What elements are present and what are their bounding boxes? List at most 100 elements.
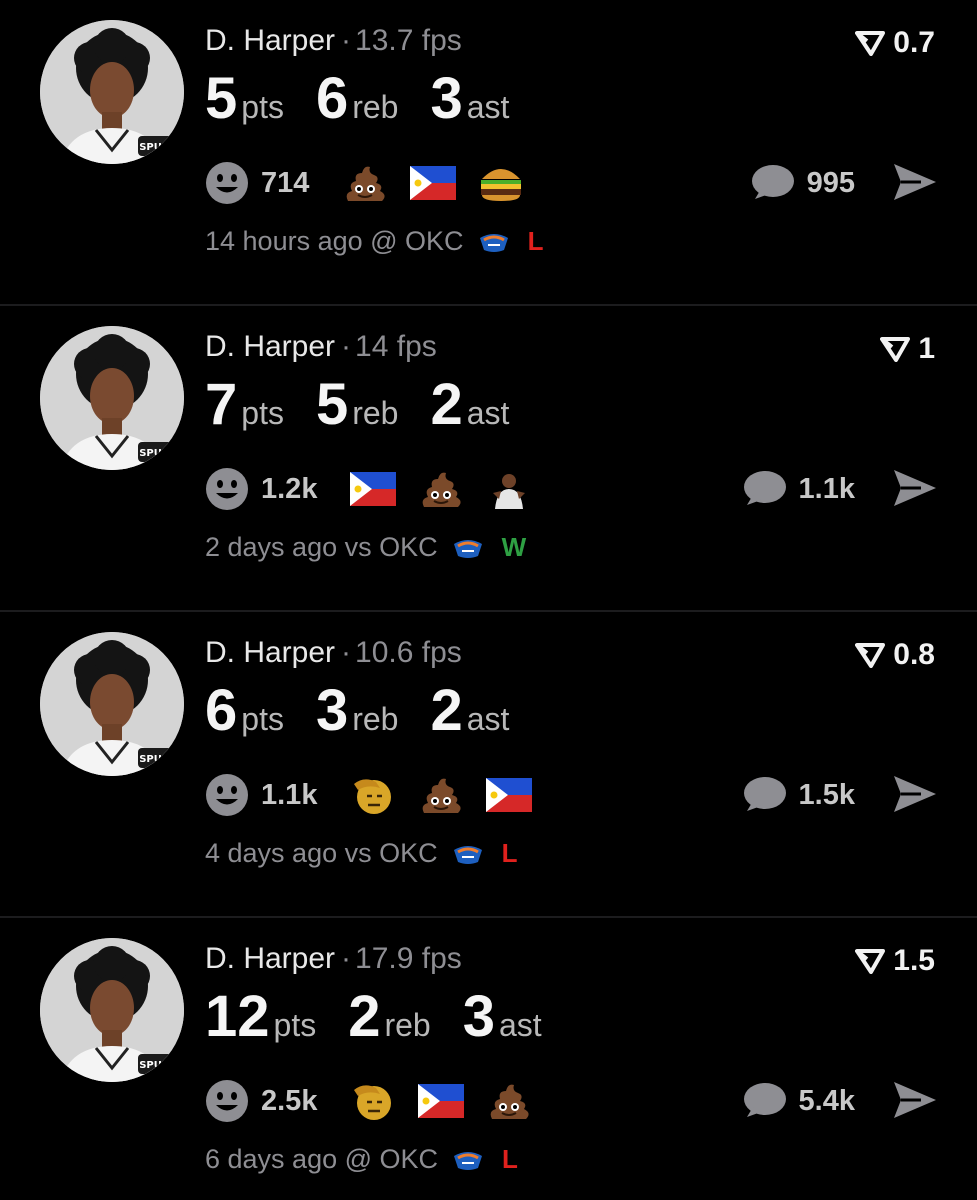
assists-label: ast bbox=[498, 1007, 542, 1043]
share-button[interactable] bbox=[891, 773, 939, 820]
score-badge: 1.5 bbox=[855, 944, 935, 978]
rebounds-stat: 3 reb bbox=[316, 682, 399, 740]
player-avatar[interactable]: SPURS bbox=[40, 938, 184, 1082]
player-photo-icon: SPURS bbox=[40, 938, 184, 1082]
game-venue[interactable]: @ OKC bbox=[370, 226, 463, 257]
rebounds-value: 2 bbox=[348, 984, 381, 1049]
svg-text:SPURS: SPURS bbox=[139, 142, 177, 153]
smiley-reaction-icon[interactable] bbox=[205, 773, 249, 817]
points-stat: 12 pts bbox=[205, 988, 316, 1046]
comments-button[interactable]: 995 bbox=[749, 160, 855, 206]
share-button[interactable] bbox=[891, 1079, 939, 1126]
rebounds-stat: 2 reb bbox=[348, 988, 431, 1046]
philippines-flag-emoji[interactable] bbox=[485, 775, 533, 815]
comments-button[interactable]: 5.4k bbox=[741, 1078, 855, 1124]
share-button[interactable] bbox=[891, 467, 939, 514]
okc-logo-icon bbox=[479, 233, 508, 252]
philippines-flag-emoji[interactable] bbox=[409, 163, 457, 203]
saluting-face-emoji[interactable] bbox=[349, 775, 397, 815]
smiley-reaction-icon[interactable] bbox=[205, 1079, 249, 1123]
game-info: 2 days ago vs OKC W bbox=[205, 532, 526, 563]
player-name[interactable]: D. Harper bbox=[205, 636, 335, 669]
player-avatar[interactable]: SPURS bbox=[40, 20, 184, 164]
poop-emoji[interactable] bbox=[485, 1081, 533, 1121]
rating-chevron-icon bbox=[855, 643, 886, 668]
assists-stat: 2 ast bbox=[430, 376, 509, 434]
assists-label: ast bbox=[466, 89, 510, 125]
game-result: L bbox=[502, 1144, 518, 1174]
send-arrow-icon bbox=[894, 776, 936, 812]
feed-post-card[interactable]: SPURS D. Harper · 17.9 fps 1.5 12 pts 2 re… bbox=[0, 918, 977, 1200]
comment-count: 995 bbox=[806, 166, 855, 199]
saluting-face-emoji[interactable] bbox=[349, 1081, 397, 1121]
reaction-count: 714 bbox=[261, 166, 310, 199]
okc-logo-icon bbox=[454, 1151, 483, 1170]
score-value: 0.8 bbox=[893, 638, 935, 671]
player-name[interactable]: D. Harper bbox=[205, 24, 335, 57]
comments-button[interactable]: 1.5k bbox=[741, 772, 855, 818]
score-badge: 1 bbox=[880, 332, 935, 366]
stat-line: 6 pts 3 reb 2 ast bbox=[205, 682, 541, 740]
points-label: pts bbox=[241, 89, 284, 125]
feed-post-card[interactable]: SPURS D. Harper · 10.6 fps 0.8 6 pts 3 reb bbox=[0, 612, 977, 918]
game-result: L bbox=[501, 838, 518, 868]
assists-value: 3 bbox=[462, 984, 495, 1049]
rebounds-value: 5 bbox=[315, 372, 349, 437]
points-value: 12 bbox=[205, 984, 270, 1049]
separator-dot: · bbox=[341, 24, 352, 57]
points-value: 5 bbox=[205, 66, 238, 131]
assists-label: ast bbox=[466, 701, 510, 737]
game-venue[interactable]: vs OKC bbox=[345, 838, 438, 869]
smiley-reaction-icon[interactable] bbox=[205, 161, 249, 205]
score-badge: 0.7 bbox=[855, 26, 935, 60]
share-button[interactable] bbox=[891, 161, 939, 208]
player-name[interactable]: D. Harper bbox=[205, 942, 335, 975]
separator-dot: · bbox=[341, 636, 352, 669]
okc-logo-icon bbox=[453, 539, 482, 558]
philippines-flag-emoji[interactable] bbox=[349, 469, 397, 509]
fantasy-points: 17.9 fps bbox=[355, 942, 462, 975]
comment-bubble-icon bbox=[743, 471, 786, 505]
rating-chevron-icon bbox=[880, 337, 911, 362]
player-photo-emoji[interactable] bbox=[485, 469, 533, 509]
poop-emoji[interactable] bbox=[417, 469, 465, 509]
feed: SPURS D. Harper · 13.7 fps 0.7 5 pts 6 reb bbox=[0, 0, 977, 1200]
points-stat: 5 pts bbox=[205, 70, 284, 128]
points-label: pts bbox=[273, 1007, 317, 1043]
player-photo-icon: SPURS bbox=[40, 632, 184, 776]
comment-count: 5.4k bbox=[798, 1084, 855, 1117]
player-avatar[interactable]: SPURS bbox=[40, 632, 184, 776]
poop-emoji[interactable] bbox=[417, 775, 465, 815]
assists-label: ast bbox=[466, 395, 510, 431]
game-venue[interactable]: @ OKC bbox=[345, 1144, 438, 1175]
comment-bubble-icon bbox=[743, 1083, 786, 1117]
post-header: D. Harper · 13.7 fps bbox=[205, 24, 462, 58]
reactions-bar: 1.2k bbox=[205, 466, 553, 512]
feed-post-card[interactable]: SPURS D. Harper·14 fps 1 7 pts 5 reb 2 bbox=[0, 306, 977, 612]
assists-value: 2 bbox=[430, 372, 463, 437]
post-header: D. Harper · 10.6 fps bbox=[205, 636, 462, 670]
stat-line: 5 pts 6 reb 3 ast bbox=[205, 70, 541, 128]
player-avatar[interactable]: SPURS bbox=[40, 326, 184, 470]
feed-post-card[interactable]: SPURS D. Harper · 13.7 fps 0.7 5 pts 6 reb bbox=[0, 0, 977, 306]
game-result: W bbox=[501, 532, 527, 562]
comments-button[interactable]: 1.1k bbox=[741, 466, 855, 512]
send-arrow-icon bbox=[894, 1082, 936, 1118]
philippines-flag-emoji[interactable] bbox=[417, 1081, 465, 1121]
svg-text:SPURS: SPURS bbox=[139, 1060, 177, 1071]
fantasy-points: 13.7 fps bbox=[355, 24, 462, 57]
reactions-bar: 714 bbox=[205, 160, 545, 206]
post-header: D. Harper · 17.9 fps bbox=[205, 942, 462, 976]
comment-bubble-icon bbox=[743, 777, 786, 811]
hamburger-emoji[interactable] bbox=[477, 163, 525, 203]
post-time: 14 hours ago bbox=[205, 226, 363, 256]
game-venue[interactable]: vs OKC bbox=[345, 532, 438, 563]
rebounds-value: 6 bbox=[315, 66, 349, 131]
points-label: pts bbox=[241, 701, 284, 737]
svg-text:SPURS: SPURS bbox=[139, 754, 177, 765]
smiley-reaction-icon[interactable] bbox=[205, 467, 249, 511]
player-photo-icon: SPURS bbox=[40, 20, 184, 164]
poop-emoji[interactable] bbox=[341, 163, 389, 203]
player-name[interactable]: D. Harper bbox=[205, 330, 335, 363]
post-time: 2 days ago bbox=[205, 532, 338, 562]
